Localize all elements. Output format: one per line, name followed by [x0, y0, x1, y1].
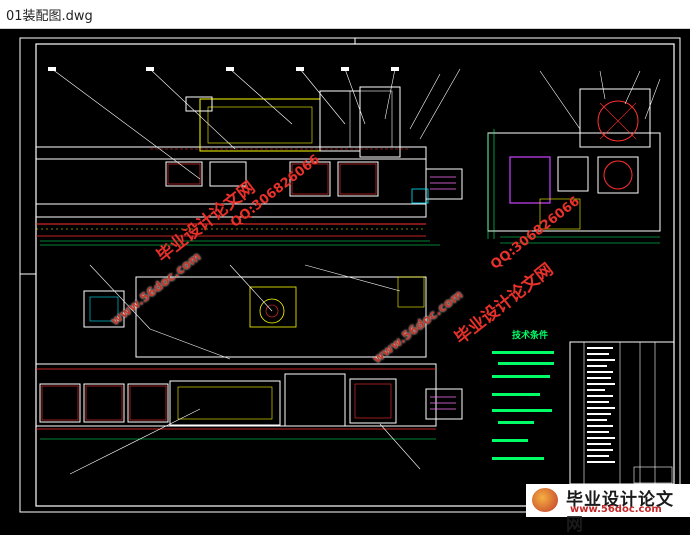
- site-logo: 毕业设计论文网 www.56doc.com: [526, 484, 690, 535]
- side-view: [487, 70, 661, 244]
- notes-title: 技术条件: [512, 329, 548, 341]
- technical-notes: 技术条件: [492, 329, 554, 460]
- logo-url-text: www.56doc.com: [570, 504, 662, 515]
- title-bar: 01装配图.dwg: [0, 0, 690, 29]
- cad-drawing-canvas[interactable]: 技术条件 毕业设计论文网 www.56doc.com QQ:306826066 …: [0, 29, 690, 517]
- window-title: 01装配图.dwg: [6, 9, 93, 24]
- sheet-inner-frame: [35, 43, 675, 507]
- drawing-svg: 技术条件: [19, 37, 681, 513]
- parts-list: [569, 341, 675, 491]
- top-view: [35, 264, 463, 475]
- logo-badge-icon: [532, 488, 558, 512]
